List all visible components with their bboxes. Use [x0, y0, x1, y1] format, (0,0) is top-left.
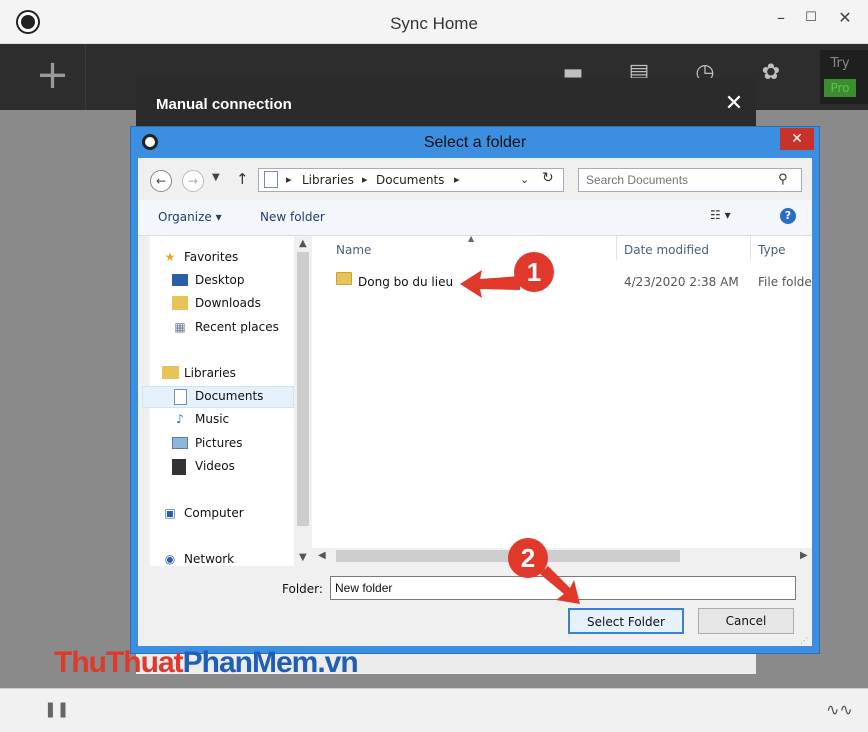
watermark-part: .vn	[317, 646, 358, 679]
watermark: ThuThuatPhanMem.vn	[54, 646, 359, 680]
select-folder-button[interactable]: Select Folder	[568, 608, 684, 634]
watermark-part: PhanMem	[182, 646, 319, 679]
file-row-type: File folder	[758, 275, 812, 289]
resize-grip-icon[interactable]: ⋰	[800, 636, 808, 645]
recent-places-icon: ▦	[174, 320, 186, 334]
column-separator[interactable]	[750, 236, 751, 260]
maximize-button[interactable]: ☐	[796, 6, 826, 30]
pause-icon[interactable]: ❚❚	[44, 700, 69, 720]
tree-item-documents[interactable]: Documents	[195, 389, 263, 403]
new-folder-button[interactable]: New folder	[260, 210, 325, 224]
computer-icon: ▣	[164, 506, 176, 520]
breadcrumb-separator-icon[interactable]: ▸	[454, 173, 460, 186]
desktop-icon	[172, 274, 188, 286]
tree-item-videos[interactable]: Videos	[195, 459, 235, 473]
document-icon	[264, 171, 278, 188]
refresh-icon[interactable]: ↻	[542, 170, 554, 186]
tree-item-music[interactable]: Music	[195, 412, 229, 426]
column-header-name[interactable]: Name	[336, 243, 371, 257]
breadcrumb-separator-icon[interactable]: ▸	[286, 173, 292, 186]
libraries-icon	[162, 366, 179, 379]
tree-item-libraries[interactable]: Libraries	[184, 366, 236, 380]
manual-connection-title: Manual connection	[156, 96, 292, 113]
file-row-name[interactable]: Dong bo du lieu	[358, 275, 453, 289]
tree-item-downloads[interactable]: Downloads	[195, 296, 261, 310]
activity-icon[interactable]: ∿∿	[826, 700, 856, 720]
help-icon[interactable]: ?	[780, 208, 796, 224]
pictures-icon	[172, 437, 188, 449]
folder-label: Folder:	[282, 582, 323, 596]
tree-item-pictures[interactable]: Pictures	[195, 436, 243, 450]
documents-icon	[174, 389, 187, 405]
dialog-close-button[interactable]: ✕	[780, 128, 814, 150]
tree-item-computer[interactable]: Computer	[184, 506, 244, 520]
music-icon: ♪	[176, 412, 184, 426]
watermark-part: Thuat	[105, 646, 184, 679]
up-arrow-icon[interactable]: ↑	[236, 170, 249, 188]
back-icon[interactable]: ←	[150, 170, 172, 192]
minimize-button[interactable]: –	[766, 6, 796, 30]
add-button[interactable]: +	[20, 44, 86, 110]
app-title: Sync Home	[390, 14, 478, 33]
settings-gear-icon[interactable]: ✿	[758, 60, 784, 86]
manual-close-button[interactable]: ✕	[720, 90, 748, 118]
scroll-down-arrow-icon[interactable]: ▼	[299, 552, 307, 563]
downloads-folder-icon	[172, 296, 188, 310]
scroll-right-arrow-icon[interactable]: ▶	[800, 550, 808, 561]
address-dropdown-icon[interactable]: ⌄	[520, 173, 529, 186]
app-footer	[0, 688, 868, 732]
cancel-button[interactable]: Cancel	[698, 608, 794, 634]
organize-button[interactable]: Organize ▾	[158, 210, 222, 224]
step1-badge: 1	[514, 252, 554, 292]
watermark-part: Thu	[54, 646, 107, 679]
sort-ascending-icon: ▲	[468, 234, 475, 243]
pro-badge: Pro	[824, 79, 856, 97]
scroll-left-arrow-icon[interactable]: ◀	[318, 550, 326, 561]
navigation-scroll-thumb[interactable]	[297, 252, 309, 526]
tree-item-favorites[interactable]: Favorites	[184, 250, 238, 264]
file-row-date: 4/23/2020 2:38 AM	[624, 275, 739, 289]
recent-locations-dropdown-icon[interactable]: ▼	[212, 172, 220, 183]
app-close-button[interactable]: ✕	[830, 6, 860, 30]
network-icon: ◉	[164, 552, 176, 566]
column-header-type[interactable]: Type	[758, 243, 786, 257]
step2-arrow-icon	[540, 566, 580, 604]
tree-item-recent-places[interactable]: Recent places	[195, 320, 279, 334]
folder-icon	[336, 272, 352, 285]
tree-item-network[interactable]: Network	[184, 552, 234, 566]
dialog-title: Select a folder	[423, 134, 527, 151]
videos-icon	[172, 459, 186, 475]
forward-icon[interactable]: →	[182, 170, 204, 192]
column-separator[interactable]	[616, 236, 617, 260]
search-input[interactable]	[586, 173, 766, 187]
tree-item-desktop[interactable]: Desktop	[195, 273, 245, 287]
column-header-date-modified[interactable]: Date modified	[624, 243, 709, 257]
breadcrumb-libraries[interactable]: Libraries	[302, 173, 354, 187]
search-icon[interactable]: ⚲	[778, 172, 788, 187]
breadcrumb-separator-icon[interactable]: ▸	[362, 173, 368, 186]
scroll-up-arrow-icon[interactable]: ▲	[299, 238, 307, 249]
try-label: Try	[830, 56, 850, 71]
breadcrumb-documents[interactable]: Documents	[376, 173, 444, 187]
star-icon: ★	[164, 250, 176, 264]
view-options-icon[interactable]: ☷ ▾	[710, 208, 731, 222]
step1-arrow-icon	[460, 270, 520, 298]
